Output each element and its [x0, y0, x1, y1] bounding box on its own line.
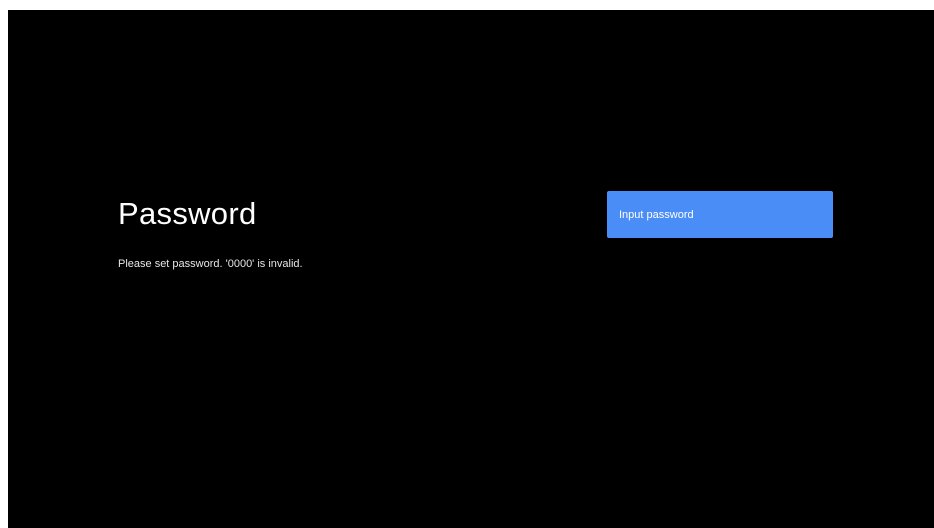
password-screen: Password Please set password. '0000' is …: [8, 10, 934, 528]
password-input[interactable]: Input password: [607, 191, 833, 238]
page-title: Password: [118, 196, 257, 231]
password-input-placeholder: Input password: [619, 208, 694, 221]
page-subtitle: Please set password. '0000' is invalid.: [118, 258, 303, 270]
